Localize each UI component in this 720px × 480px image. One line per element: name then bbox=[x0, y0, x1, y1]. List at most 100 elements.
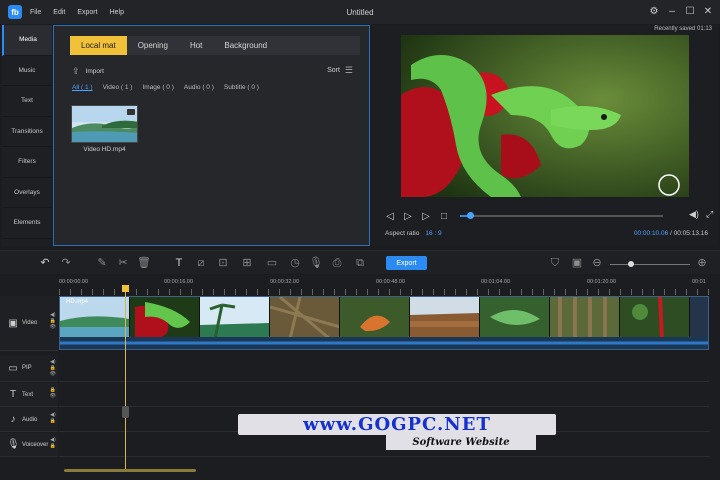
sidebar-item-text[interactable]: Text bbox=[2, 86, 52, 117]
filter-image[interactable]: Image ( 0 ) bbox=[142, 84, 173, 91]
text-tool-icon[interactable]: T bbox=[172, 256, 186, 270]
sidebar-item-media[interactable]: Media bbox=[2, 25, 52, 56]
track-label: Text bbox=[22, 391, 34, 398]
menu-help[interactable]: Help bbox=[110, 9, 124, 16]
track-header-voiceover: 🎙 Voiceover ◀) 🔒 bbox=[0, 433, 58, 457]
filter-all[interactable]: All ( 1 ) bbox=[72, 84, 93, 91]
time-ruler[interactable]: 00:00:00.00 00:00:16.00 00:00:32.00 00:0… bbox=[59, 277, 709, 295]
sort-button[interactable]: Sort ☰ bbox=[327, 65, 353, 76]
menu-export[interactable]: Export bbox=[77, 9, 97, 16]
menu-edit[interactable]: Edit bbox=[53, 9, 65, 16]
video-track-icon: ▣ bbox=[8, 317, 18, 329]
clip-frame bbox=[200, 297, 270, 339]
color-icon[interactable]: ⧉ bbox=[353, 256, 367, 270]
time-separator: / bbox=[670, 230, 672, 237]
music-note-icon: ♪ bbox=[10, 414, 16, 425]
import-button[interactable]: ⇪ Import bbox=[72, 66, 104, 77]
ruler-label: 00:01:04.00 bbox=[481, 279, 511, 285]
playhead-grip[interactable] bbox=[122, 406, 129, 418]
track-label: Voiceover bbox=[22, 441, 49, 448]
track-controls[interactable]: 🔒 👁 bbox=[50, 387, 56, 399]
sidebar-item-elements[interactable]: Elements bbox=[2, 208, 52, 239]
media-thumbnail[interactable] bbox=[71, 105, 138, 143]
track-header-pip: ▭ PIP ◀) 🔒 👁 bbox=[0, 355, 58, 382]
stop-icon[interactable]: □ bbox=[438, 211, 450, 222]
record-voice-icon[interactable]: 🎙 bbox=[309, 256, 323, 270]
text-lane[interactable] bbox=[59, 383, 709, 407]
sidebar-item-overlays[interactable]: Overlays bbox=[2, 178, 52, 208]
export-button[interactable]: Export bbox=[386, 256, 427, 270]
seek-bar[interactable] bbox=[460, 212, 663, 219]
sort-icon: ☰ bbox=[344, 65, 353, 75]
clip-frame bbox=[340, 297, 410, 339]
split-icon[interactable]: ⊞ bbox=[240, 256, 254, 270]
total-time: 00:05:13.16 bbox=[673, 230, 708, 237]
tab-hot[interactable]: Hot bbox=[179, 36, 213, 55]
play-icon[interactable]: ▷ bbox=[402, 211, 414, 222]
sidebar-item-music[interactable]: Music bbox=[2, 56, 52, 86]
delete-icon[interactable]: 🗑 bbox=[137, 256, 151, 270]
edit-icon[interactable]: ✎ bbox=[95, 256, 109, 270]
playhead[interactable] bbox=[125, 285, 126, 470]
tab-background[interactable]: Background bbox=[213, 36, 278, 55]
settings-icon[interactable]: ⚙ bbox=[646, 4, 662, 20]
freeze-frame-icon[interactable]: ▭ bbox=[265, 256, 279, 270]
track-controls[interactable]: ◀) 🔒 bbox=[50, 412, 56, 424]
prev-frame-icon[interactable]: ◁ bbox=[384, 211, 396, 222]
track-header-text: T Text 🔒 👁 bbox=[0, 383, 58, 407]
minimize-icon[interactable]: – bbox=[664, 4, 680, 20]
ruler-label: 00:01:20.00 bbox=[587, 279, 617, 285]
fit-timeline-icon[interactable]: ▣ bbox=[570, 256, 584, 270]
track-controls[interactable]: ◀) 🔒 👁 bbox=[50, 312, 56, 330]
sidebar-item-transitions[interactable]: Transitions bbox=[2, 117, 52, 147]
detach-audio-icon[interactable]: ⎙ bbox=[330, 256, 344, 270]
import-label: Import bbox=[85, 68, 104, 75]
sidebar-item-filters[interactable]: Filters bbox=[2, 147, 52, 178]
clip-name: HD.mp4 bbox=[66, 299, 89, 305]
track-controls[interactable]: ◀) 🔒 bbox=[50, 437, 56, 449]
filter-video[interactable]: Video ( 1 ) bbox=[103, 84, 133, 91]
video-frame-snake bbox=[401, 35, 689, 197]
crop-icon[interactable]: ⧄ bbox=[194, 256, 208, 270]
fullscreen-icon[interactable]: ⤢ bbox=[706, 209, 713, 220]
clip-frame bbox=[410, 297, 480, 339]
menu-file[interactable]: File bbox=[30, 9, 41, 16]
track-label: Audio bbox=[22, 416, 38, 423]
close-icon[interactable]: ✕ bbox=[700, 4, 716, 20]
cut-icon[interactable]: ✂ bbox=[116, 256, 130, 270]
ruler-label: 00:01 bbox=[692, 279, 706, 285]
window-controls: ⚙ – ☐ ✕ bbox=[644, 4, 716, 20]
track-controls[interactable]: ◀) 🔒 👁 bbox=[50, 359, 56, 377]
video-clip[interactable]: HD.mp4 bbox=[59, 296, 709, 350]
duration-icon[interactable]: ◷ bbox=[288, 256, 302, 270]
clip-frame bbox=[130, 297, 200, 339]
next-frame-icon[interactable]: ▷ bbox=[420, 211, 432, 222]
redo-icon[interactable]: ↷ bbox=[59, 256, 73, 270]
clip-frame bbox=[620, 297, 690, 339]
timeline-scrollbar[interactable] bbox=[64, 469, 196, 472]
marker-icon[interactable]: ⛉ bbox=[548, 256, 562, 270]
mosaic-icon[interactable]: ⊡ bbox=[216, 256, 230, 270]
tab-opening[interactable]: Opening bbox=[127, 36, 179, 55]
playhead-handle[interactable] bbox=[122, 285, 129, 292]
zoom-out-icon[interactable]: ⊖ bbox=[590, 256, 604, 270]
volume-icon[interactable]: ◀) bbox=[689, 209, 699, 220]
zoom-slider[interactable] bbox=[610, 264, 690, 265]
current-time: 00:00:10.06 bbox=[633, 230, 669, 237]
pip-lane[interactable] bbox=[59, 355, 709, 382]
zoom-in-icon[interactable]: ⊕ bbox=[695, 256, 709, 270]
zoom-slider-handle[interactable] bbox=[628, 261, 634, 267]
seek-handle[interactable] bbox=[467, 212, 475, 219]
filter-audio[interactable]: Audio ( 0 ) bbox=[184, 84, 214, 91]
filter-subtitle[interactable]: Subtitle ( 0 ) bbox=[224, 84, 259, 91]
aspect-ratio-value[interactable]: 16 : 9 bbox=[425, 230, 441, 237]
maximize-icon[interactable]: ☐ bbox=[682, 4, 698, 20]
tab-local-mat[interactable]: Local mat bbox=[70, 36, 127, 55]
media-thumbnail-image bbox=[72, 106, 137, 142]
title-bar: fb File Edit Export Help Untitled ⚙ – ☐ … bbox=[0, 0, 720, 24]
pip-track-icon: ▭ bbox=[8, 362, 18, 374]
menu-bar: File Edit Export Help bbox=[30, 9, 136, 16]
preview-panel: Recently saved 01:13 ◁ ▷ ▷ □ ◀) ⤢ Aspect… bbox=[372, 25, 718, 246]
track-header-video: ▣ Video ◀) 🔒 👁 bbox=[0, 296, 58, 351]
undo-icon[interactable]: ↶ bbox=[38, 256, 52, 270]
